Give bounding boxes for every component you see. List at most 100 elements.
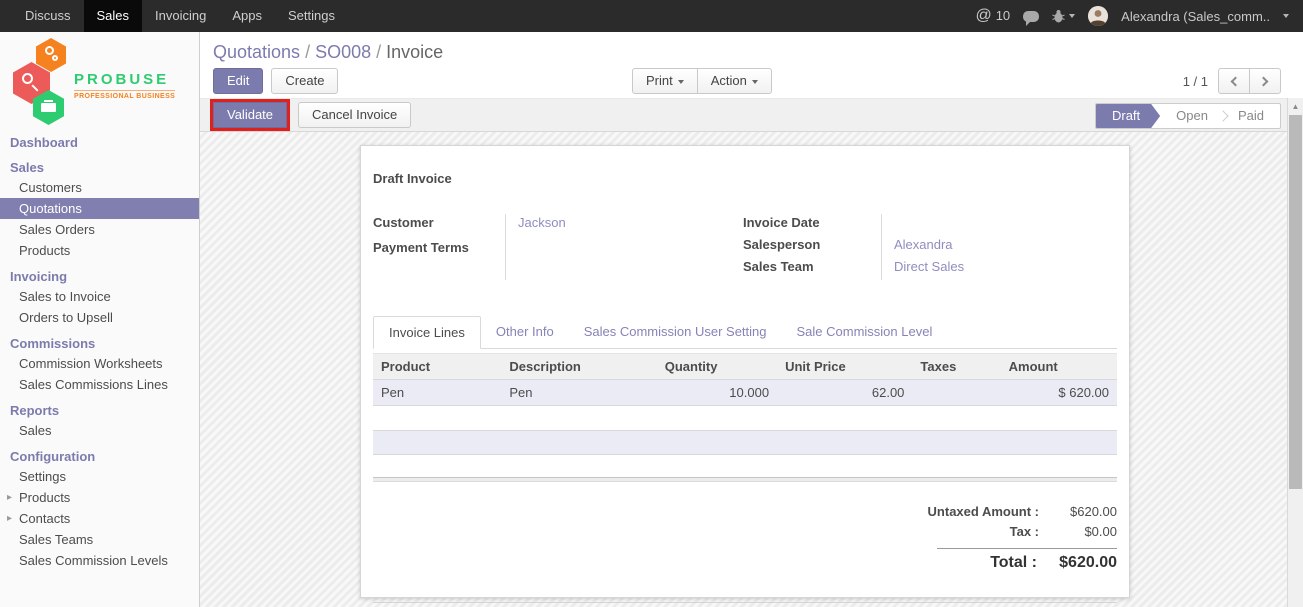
caret-right-icon: ▸ <box>7 490 12 505</box>
sidebar-item-contacts[interactable]: ▸Contacts <box>0 508 199 529</box>
tab-sales-commission-user-setting[interactable]: Sales Commission User Setting <box>569 316 782 348</box>
print-dropdown-button[interactable]: Print <box>632 68 698 94</box>
sidebar-nav: DashboardSalesCustomersQuotationsSales O… <box>0 133 199 571</box>
pager-next-button[interactable] <box>1249 68 1281 94</box>
main-area: Quotations/SO008/Invoice Edit Create Pri… <box>200 32 1303 607</box>
topbar-menu-settings[interactable]: Settings <box>275 0 348 32</box>
tab-other-info[interactable]: Other Info <box>481 316 569 348</box>
mentions-counter[interactable]: @ 10 <box>975 7 1010 25</box>
table-row[interactable]: PenPen10.00062.00$ 620.00 <box>373 380 1117 406</box>
logo-subtitle: PROFESSIONAL BUSINESS <box>74 90 175 100</box>
sidebar-item-products[interactable]: ▸Products <box>0 487 199 508</box>
breadcrumb-so008[interactable]: SO008 <box>315 42 371 62</box>
scrollbar-thumb[interactable] <box>1289 115 1302 489</box>
sidebar-heading-sales[interactable]: Sales <box>0 158 199 177</box>
sidebar-item-quotations[interactable]: Quotations <box>0 198 199 219</box>
chevron-down-icon <box>752 80 758 84</box>
totals-block: Untaxed Amount : $620.00 Tax : $0.00 Tot… <box>867 504 1117 574</box>
total-label: Total : <box>867 554 1037 572</box>
payment-terms-label: Payment Terms <box>373 239 505 264</box>
customer-label: Customer <box>373 214 505 239</box>
salesperson-label: Salesperson <box>743 236 881 258</box>
sales-team-value[interactable]: Direct Sales <box>894 258 1103 280</box>
user-menu-caret-icon[interactable] <box>1283 14 1289 18</box>
section-separator <box>373 477 1117 482</box>
column-header-taxes: Taxes <box>912 354 1000 380</box>
cell-amount: $ 620.00 <box>1001 380 1117 406</box>
top-menu-list: DiscussSalesInvoicingAppsSettings <box>0 0 348 32</box>
validate-highlight-box: Validate <box>210 99 290 131</box>
field-group: Customer Payment Terms Jackson Invoice D… <box>373 214 1117 280</box>
field-column-right: Invoice Date Salesperson Sales Team Alex… <box>743 214 1103 280</box>
status-step-draft[interactable]: Draft <box>1096 104 1160 128</box>
chevron-left-icon <box>1231 76 1241 86</box>
column-header-product: Product <box>373 354 501 380</box>
sidebar-item-sales-commissions-lines[interactable]: Sales Commissions Lines <box>0 374 199 395</box>
sidebar-item-sales-commission-levels[interactable]: Sales Commission Levels <box>0 550 199 571</box>
pager-previous-button[interactable] <box>1218 68 1250 94</box>
debug-menu[interactable] <box>1052 9 1075 23</box>
column-header-amount: Amount <box>1001 354 1117 380</box>
invoice-date-value <box>894 214 1103 236</box>
caret-right-icon: ▸ <box>7 511 12 526</box>
sidebar-item-settings[interactable]: Settings <box>0 466 199 487</box>
untaxed-amount-label: Untaxed Amount : <box>867 504 1039 519</box>
customer-value[interactable]: Jackson <box>518 214 718 239</box>
sidebar-item-sales-teams[interactable]: Sales Teams <box>0 529 199 550</box>
invoice-sheet: Draft Invoice Customer Payment Terms Jac… <box>360 145 1130 598</box>
sidebar-heading-commissions[interactable]: Commissions <box>0 334 199 353</box>
sidebar-item-products[interactable]: Products <box>0 240 199 261</box>
validate-button[interactable]: Validate <box>213 102 287 128</box>
at-icon: @ <box>975 7 991 25</box>
form-statusbar: Validate Cancel Invoice DraftOpenPaid <box>200 98 1303 132</box>
logo-title: PROBUSE <box>74 71 175 88</box>
avatar[interactable] <box>1088 6 1108 26</box>
cell-taxes <box>912 380 1000 406</box>
scroll-up-arrow-icon[interactable]: ▲ <box>1288 98 1303 114</box>
table-header-row: ProductDescriptionQuantityUnit PriceTaxe… <box>373 354 1117 380</box>
cancel-invoice-button[interactable]: Cancel Invoice <box>298 102 411 128</box>
app-window: DiscussSalesInvoicingAppsSettings @ 10 <box>0 0 1303 607</box>
tax-row: Tax : $0.00 <box>867 524 1117 544</box>
totals-divider <box>937 548 1117 549</box>
messages-icon[interactable] <box>1023 11 1039 22</box>
sidebar-item-sales-orders[interactable]: Sales Orders <box>0 219 199 240</box>
status-step-open[interactable]: Open <box>1160 104 1224 128</box>
empty-line-row[interactable] <box>373 430 1117 455</box>
user-menu[interactable]: Alexandra (Sales_comm.. <box>1121 9 1270 24</box>
edit-button[interactable]: Edit <box>213 68 263 94</box>
pager: 1 / 1 <box>1183 68 1281 94</box>
sidebar-heading-dashboard[interactable]: Dashboard <box>0 133 199 152</box>
invoice-date-label: Invoice Date <box>743 214 881 236</box>
cell-description: Pen <box>501 380 656 406</box>
sidebar-item-sales[interactable]: Sales <box>0 420 199 441</box>
sidebar: PROBUSE PROFESSIONAL BUSINESS Dashboard S… <box>0 32 200 607</box>
tab-invoice-lines[interactable]: Invoice Lines <box>373 316 481 349</box>
topbar-menu-apps[interactable]: Apps <box>219 0 275 32</box>
sidebar-item-sales-to-invoice[interactable]: Sales to Invoice <box>0 286 199 307</box>
print-action-group: Print Action <box>632 68 772 94</box>
pager-counter: 1 / 1 <box>1183 74 1208 89</box>
mention-count: 10 <box>996 8 1010 23</box>
tax-value: $0.00 <box>1039 524 1117 539</box>
topbar-menu-sales[interactable]: Sales <box>84 0 143 32</box>
vertical-scrollbar[interactable]: ▲ <box>1287 98 1303 607</box>
create-button[interactable]: Create <box>271 68 338 94</box>
breadcrumb-quotations[interactable]: Quotations <box>213 42 300 62</box>
sidebar-heading-reports[interactable]: Reports <box>0 401 199 420</box>
status-step-paid[interactable]: Paid <box>1222 104 1280 128</box>
sidebar-item-orders-to-upsell[interactable]: Orders to Upsell <box>0 307 199 328</box>
salesperson-value[interactable]: Alexandra <box>894 236 1103 258</box>
topbar-menu-discuss[interactable]: Discuss <box>12 0 84 32</box>
column-header-unit-price: Unit Price <box>777 354 912 380</box>
sidebar-heading-configuration[interactable]: Configuration <box>0 447 199 466</box>
sidebar-item-commission-worksheets[interactable]: Commission Worksheets <box>0 353 199 374</box>
breadcrumb-separator: / <box>371 42 386 62</box>
sidebar-item-customers[interactable]: Customers <box>0 177 199 198</box>
action-dropdown-button[interactable]: Action <box>697 68 772 94</box>
breadcrumb-separator: / <box>300 42 315 62</box>
chevron-right-icon <box>1259 76 1269 86</box>
sidebar-heading-invoicing[interactable]: Invoicing <box>0 267 199 286</box>
topbar-menu-invoicing[interactable]: Invoicing <box>142 0 219 32</box>
tab-sale-commission-level[interactable]: Sale Commission Level <box>782 316 948 348</box>
